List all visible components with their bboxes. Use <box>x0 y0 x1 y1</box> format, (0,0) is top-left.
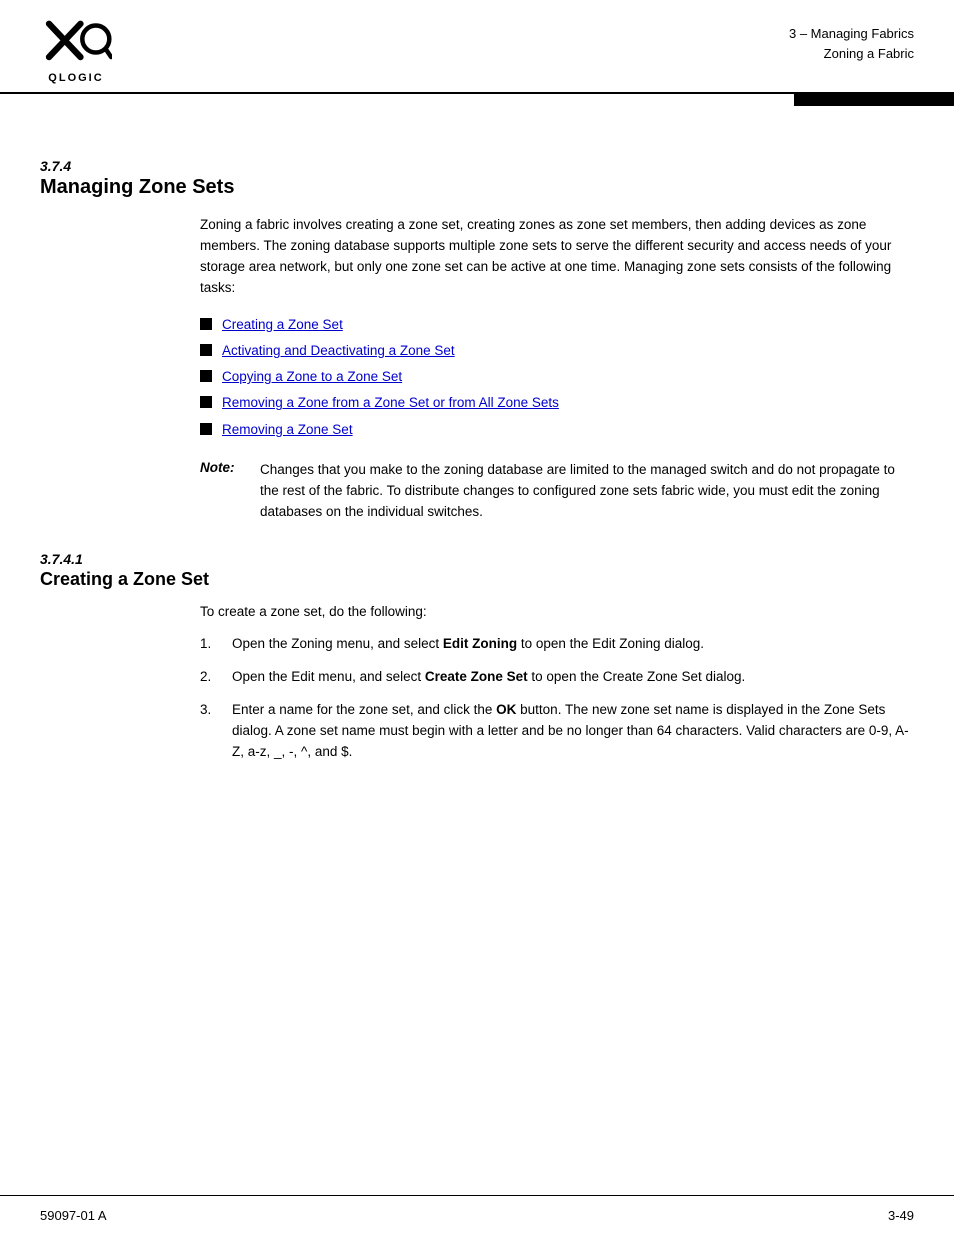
header-chapter-info: 3 – Managing Fabrics Zoning a Fabric <box>789 18 914 63</box>
list-item: Creating a Zone Set <box>200 315 914 335</box>
bullet-icon-2 <box>200 344 212 356</box>
link-removing-zone-set[interactable]: Removing a Zone Set <box>222 420 353 440</box>
footer-left: 59097-01 A <box>40 1208 107 1223</box>
step-3: 3. Enter a name for the zone set, and cl… <box>200 700 914 763</box>
step-1-text-plain: Open the Zoning menu, and select <box>232 636 443 651</box>
note-block: Note: Changes that you make to the zonin… <box>200 460 914 523</box>
page-footer: 59097-01 A 3-49 <box>0 1195 954 1235</box>
logo-container: QLOGIC <box>40 18 112 84</box>
qlogic-logo <box>40 18 112 70</box>
step-3-text-bold: OK <box>496 702 516 717</box>
note-label: Note: <box>200 460 260 475</box>
steps-intro: To create a zone set, do the following: <box>200 602 914 622</box>
bullet-icon-3 <box>200 370 212 382</box>
step-2: 2. Open the Edit menu, and select Create… <box>200 667 914 688</box>
link-creating-zone-set[interactable]: Creating a Zone Set <box>222 315 343 335</box>
list-item: Copying a Zone to a Zone Set <box>200 367 914 387</box>
step-1-num: 1. <box>200 634 232 655</box>
logo-wordmark: QLOGIC <box>48 72 103 84</box>
bullet-list: Creating a Zone Set Activating and Deact… <box>200 315 914 440</box>
bullet-icon-1 <box>200 318 212 330</box>
step-3-num: 3. <box>200 700 232 721</box>
bullet-icon-4 <box>200 396 212 408</box>
section-374-number: 3.7.4 <box>40 158 914 174</box>
step-2-text-after: to open the Create Zone Set dialog. <box>528 669 746 684</box>
step-2-text: Open the Edit menu, and select Create Zo… <box>232 667 914 688</box>
section-3741-title: Creating a Zone Set <box>40 569 914 590</box>
section-3741: 3.7.4.1 Creating a Zone Set To create a … <box>40 551 914 763</box>
section-374-title: Managing Zone Sets <box>40 176 914 199</box>
note-text: Changes that you make to the zoning data… <box>260 460 914 523</box>
step-1-text-bold: Edit Zoning <box>443 636 517 651</box>
step-3-text-plain: Enter a name for the zone set, and click… <box>232 702 496 717</box>
header-accent-bar <box>0 94 954 108</box>
list-item: Removing a Zone from a Zone Set or from … <box>200 393 914 413</box>
black-tab-accent <box>794 92 954 106</box>
main-content: 3.7.4 Managing Zone Sets Zoning a fabric… <box>0 108 954 815</box>
section-374-intro: Zoning a fabric involves creating a zone… <box>200 215 914 299</box>
section-374: 3.7.4 Managing Zone Sets Zoning a fabric… <box>40 158 914 523</box>
list-item: Activating and Deactivating a Zone Set <box>200 341 914 361</box>
link-removing-zone[interactable]: Removing a Zone from a Zone Set or from … <box>222 393 559 413</box>
step-1-text-after: to open the Edit Zoning dialog. <box>517 636 704 651</box>
step-2-text-bold: Create Zone Set <box>425 669 528 684</box>
step-1-text: Open the Zoning menu, and select Edit Zo… <box>232 634 914 655</box>
list-item: Removing a Zone Set <box>200 420 914 440</box>
link-copying-zone[interactable]: Copying a Zone to a Zone Set <box>222 367 402 387</box>
steps-list: 1. Open the Zoning menu, and select Edit… <box>200 634 914 763</box>
header-section: Zoning a Fabric <box>789 44 914 64</box>
step-3-text: Enter a name for the zone set, and click… <box>232 700 914 763</box>
step-1: 1. Open the Zoning menu, and select Edit… <box>200 634 914 655</box>
footer-right: 3-49 <box>888 1208 914 1223</box>
section-3741-number: 3.7.4.1 <box>40 551 914 567</box>
header-chapter: 3 – Managing Fabrics <box>789 24 914 44</box>
step-2-num: 2. <box>200 667 232 688</box>
bullet-icon-5 <box>200 423 212 435</box>
link-activating-zone-set[interactable]: Activating and Deactivating a Zone Set <box>222 341 455 361</box>
page-header: QLOGIC 3 – Managing Fabrics Zoning a Fab… <box>0 0 954 94</box>
step-2-text-plain: Open the Edit menu, and select <box>232 669 425 684</box>
